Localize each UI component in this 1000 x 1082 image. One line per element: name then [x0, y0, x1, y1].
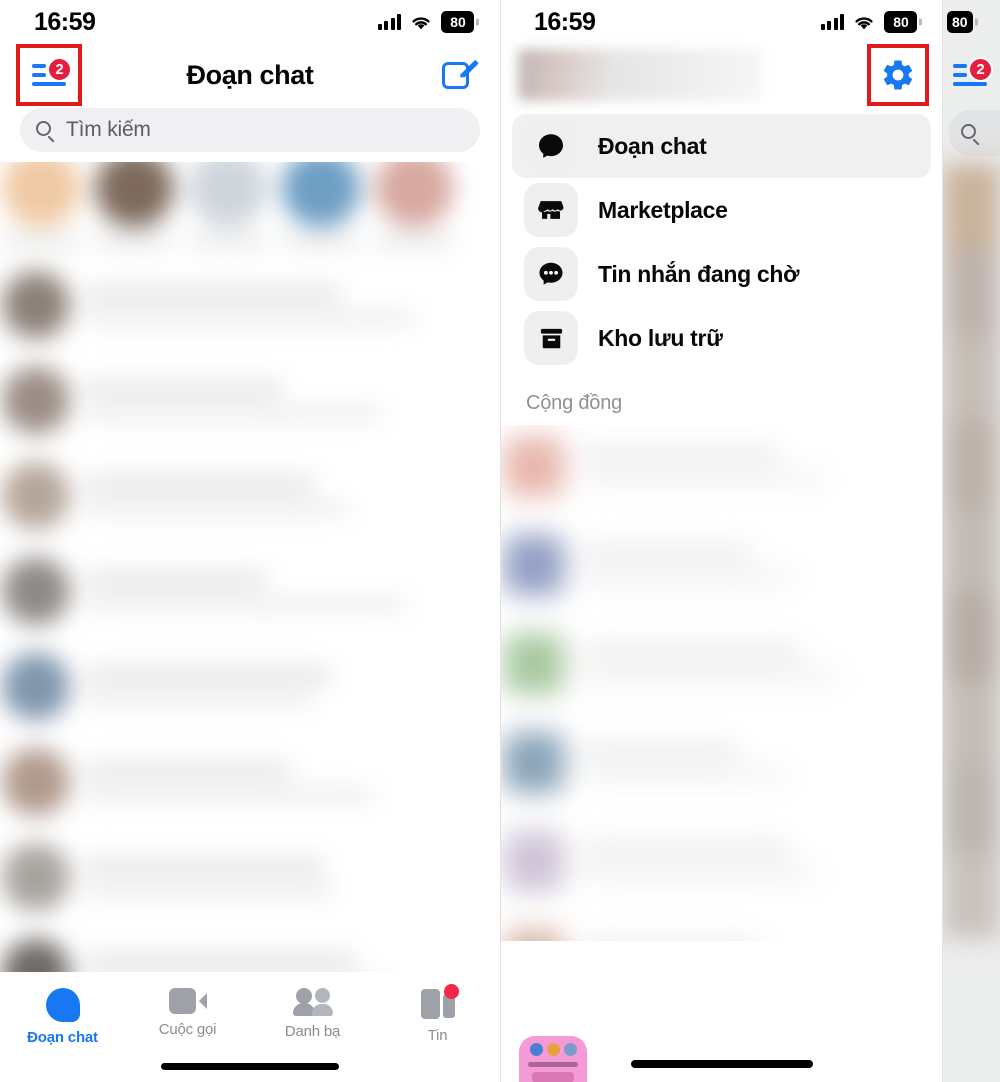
- menu-unread-badge: 2: [47, 57, 72, 82]
- status-time: 16:59: [34, 7, 96, 36]
- stories-row: [0, 162, 500, 253]
- list-item: [1, 734, 498, 829]
- stories-icon: [420, 984, 459, 1020]
- list-item: [503, 614, 940, 713]
- status-bar-left: 16:59 80: [0, 0, 500, 44]
- menu-item-label: Marketplace: [598, 196, 728, 223]
- list-item: [503, 516, 940, 615]
- list-item: [503, 812, 940, 911]
- search-input[interactable]: [949, 110, 1000, 156]
- screenshot-stage: 16:59 80 2 Đoạn chat Tìm kiếm Đoạn chat …: [0, 0, 1000, 1082]
- tab-label: Tin: [427, 1027, 448, 1044]
- video-camera-icon: [168, 988, 207, 1014]
- list-item: [1, 543, 498, 638]
- settings-menu-list: Đoạn chat Marketplace Tin nhắn đang chờ …: [500, 106, 943, 370]
- tab-label: Đoạn chat: [27, 1029, 98, 1046]
- home-indicator: [161, 1063, 339, 1070]
- edge-phone-panel: 80 2: [943, 0, 1000, 1082]
- edge-blurred-content: [943, 164, 1000, 938]
- list-item: [1, 353, 498, 448]
- bottom-tab-bar: Đoạn chat Cuộc gọi Danh bạ Tin: [0, 976, 500, 1082]
- story-item: [281, 162, 361, 247]
- edge-panel-content: 80 2: [943, 0, 1000, 1082]
- edge-nav-bar: 2: [943, 44, 1000, 106]
- menu-button-highlight[interactable]: 2: [16, 44, 82, 106]
- tab-label: Cuộc gọi: [158, 1021, 217, 1038]
- wifi-icon: [412, 16, 430, 29]
- list-item: [1, 925, 498, 972]
- tab-calls[interactable]: Cuộc gọi: [125, 988, 250, 1038]
- search-placeholder: Tìm kiếm: [66, 118, 151, 141]
- menu-item-label: Đoạn chat: [598, 132, 707, 159]
- status-indicators: 80: [820, 11, 917, 33]
- list-item: [1, 257, 498, 352]
- tab-stories[interactable]: Tin: [375, 984, 500, 1044]
- left-nav-bar: 2 Đoạn chat: [0, 44, 500, 106]
- battery-icon: 80: [441, 11, 474, 33]
- gear-settings-icon[interactable]: [880, 57, 916, 93]
- search-icon: [36, 120, 55, 143]
- left-phone-panel: 16:59 80 2 Đoạn chat Tìm kiếm Đoạn chat …: [0, 0, 500, 1082]
- search-icon: [961, 123, 980, 146]
- home-indicator: [630, 1060, 813, 1068]
- compose-new-message-icon[interactable]: [442, 58, 479, 92]
- menu-item-marketplace[interactable]: Marketplace: [512, 178, 931, 242]
- right-phone-panel: 16:59 80 Đoạn chat Marketplace Tin nhắn …: [500, 0, 943, 1082]
- panel-divider: [942, 0, 943, 1082]
- menu-item-label: Tin nhắn đang chờ: [598, 260, 800, 287]
- story-item: [188, 162, 267, 247]
- list-item: [1, 830, 498, 925]
- cellular-signal-icon: [377, 14, 401, 30]
- chat-bubble-icon: [45, 988, 80, 1022]
- list-item: [503, 911, 940, 941]
- list-item: [503, 425, 940, 516]
- blurred-content: [500, 425, 943, 941]
- story-item: [1, 162, 81, 247]
- cellular-signal-icon: [820, 14, 844, 30]
- tab-chats[interactable]: Đoạn chat: [0, 988, 125, 1046]
- menu-item-pending-messages[interactable]: Tin nhắn đang chờ: [512, 242, 931, 306]
- profile-name-blurred[interactable]: [518, 49, 763, 101]
- search-container: Tìm kiếm: [0, 106, 500, 162]
- right-nav-bar: [500, 44, 943, 106]
- status-indicators: 80: [377, 11, 474, 33]
- marketplace-icon: [524, 183, 578, 237]
- hamburger-menu-icon[interactable]: 2: [30, 57, 72, 89]
- chat-rows: [0, 253, 500, 972]
- edge-status-bar: 80: [943, 0, 1000, 44]
- battery-icon: 80: [947, 11, 973, 33]
- community-list-blurred[interactable]: [500, 425, 943, 941]
- hamburger-menu-icon[interactable]: 2: [951, 57, 993, 89]
- pending-messages-icon: [524, 247, 578, 301]
- archive-box-icon: [524, 311, 578, 365]
- blurred-content: [0, 162, 500, 972]
- tab-label: Danh bạ: [284, 1023, 341, 1040]
- chat-list-blurred[interactable]: [0, 162, 500, 972]
- stories-badge-dot: [443, 984, 459, 999]
- list-item: [1, 639, 498, 734]
- menu-item-label: Kho lưu trữ: [598, 324, 723, 351]
- battery-icon: 80: [884, 11, 917, 33]
- story-item: [95, 162, 174, 247]
- wifi-icon: [855, 16, 873, 29]
- panel-divider: [500, 0, 501, 1082]
- list-item: [1, 448, 498, 543]
- menu-unread-badge: 2: [968, 57, 993, 82]
- story-item: [375, 162, 454, 247]
- list-item: [503, 713, 940, 812]
- menu-item-chats[interactable]: Đoạn chat: [512, 114, 931, 178]
- settings-button-highlight[interactable]: [867, 44, 929, 106]
- status-time: 16:59: [534, 7, 596, 36]
- contacts-people-icon: [292, 988, 333, 1016]
- status-bar-right: 16:59 80: [500, 0, 943, 44]
- search-input[interactable]: Tìm kiếm: [20, 108, 480, 152]
- tab-contacts[interactable]: Danh bạ: [250, 988, 375, 1040]
- menu-item-archive[interactable]: Kho lưu trữ: [512, 306, 931, 370]
- section-title-communities: Cộng đồng: [526, 392, 623, 414]
- community-sticker-avatar: [519, 1036, 587, 1082]
- chat-bubble-icon: [524, 119, 578, 173]
